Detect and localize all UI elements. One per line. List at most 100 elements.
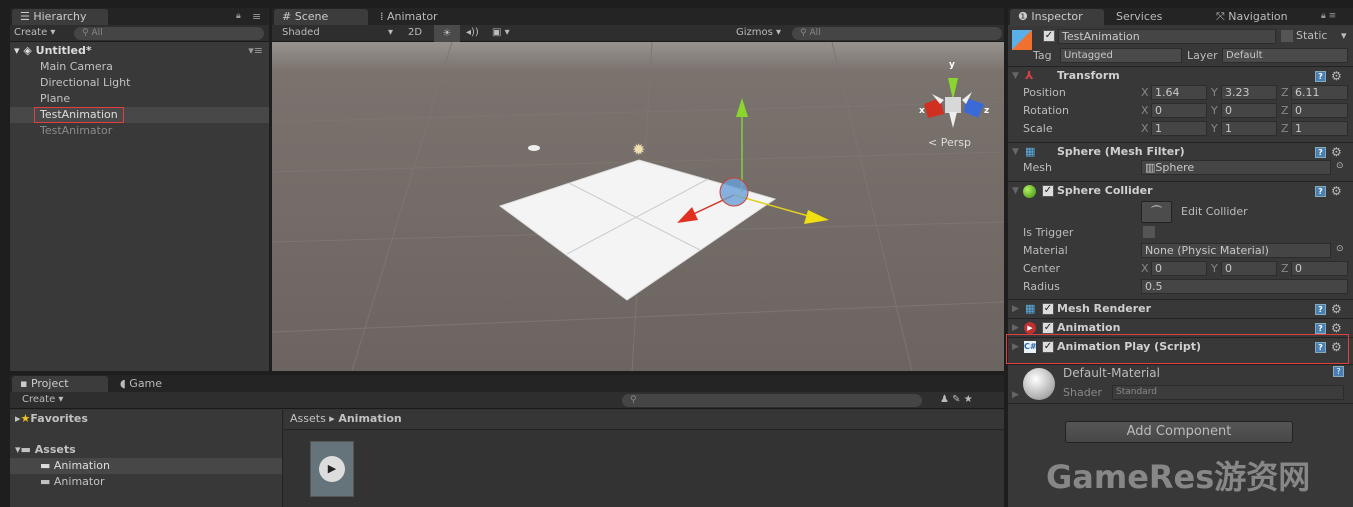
gizmos-dropdown[interactable]: Gizmos ▾: [736, 27, 781, 38]
lighting-toggle[interactable]: ☀: [434, 25, 460, 42]
tab-navigation[interactable]: ⤧ Navigation: [1208, 9, 1318, 26]
hierarchy-item[interactable]: Directional Light: [10, 75, 269, 91]
create-button[interactable]: Create ▾: [22, 394, 63, 405]
enabled-checkbox[interactable]: ✓: [1042, 303, 1054, 315]
position-z-field[interactable]: 6.11: [1291, 85, 1348, 100]
add-component-button[interactable]: Add Component: [1065, 421, 1293, 443]
tab-game[interactable]: ◖ Game: [112, 376, 192, 393]
lock-icon[interactable]: 🔒︎: [236, 11, 241, 21]
folder-icon: ▪: [20, 377, 31, 390]
mesh-filter-header[interactable]: ▼ ▦ Sphere (Mesh Filter)? ⚙: [1008, 142, 1353, 160]
position-x-field[interactable]: 1.64: [1151, 85, 1207, 100]
is-trigger-checkbox[interactable]: [1143, 226, 1155, 238]
projection-toggle[interactable]: < Persp: [928, 136, 971, 149]
rotation-x-field[interactable]: 0: [1151, 103, 1207, 118]
object-picker-icon[interactable]: ⊙: [1336, 244, 1344, 254]
animation-icon: ▶: [1024, 322, 1036, 334]
shading-label: Shaded: [282, 27, 320, 38]
inspector-panel: ❶ Inspector Services ⤧ Navigation 🔒︎ ≡ ✓…: [1006, 8, 1353, 507]
scale-z-field[interactable]: 1: [1291, 121, 1348, 136]
tab-services[interactable]: Services: [1106, 9, 1206, 26]
hierarchy-item[interactable]: Main Camera: [10, 59, 269, 75]
gear-icon[interactable]: ⚙: [1331, 67, 1342, 85]
filter-type-icon[interactable]: ♟ ✎ ★: [940, 394, 973, 405]
menu-icon[interactable]: ≡: [252, 10, 261, 23]
folder-item[interactable]: ▬ Animator: [10, 474, 282, 490]
enabled-checkbox[interactable]: ✓: [1042, 322, 1054, 334]
hierarchy-item[interactable]: TestAnimator: [10, 123, 269, 139]
assets-item[interactable]: ▾▬ Assets: [10, 442, 282, 458]
help-icon[interactable]: ?: [1333, 366, 1344, 377]
tab-animator[interactable]: ⁞ Animator: [372, 9, 466, 26]
material-section[interactable]: ▶ Default-Material Shader Standard ?: [1008, 364, 1353, 404]
help-icon[interactable]: ?: [1315, 304, 1326, 315]
scene-search[interactable]: ⚲ All: [792, 27, 1002, 40]
lock-icon[interactable]: 🔒︎ ≡: [1321, 11, 1336, 21]
field-label: Mesh: [1023, 161, 1052, 174]
project-search[interactable]: ⚲: [622, 394, 922, 407]
tab-scene[interactable]: # Scene: [274, 9, 368, 26]
sphere-collider-header[interactable]: ▼ ✓ Sphere Collider? ⚙: [1008, 181, 1353, 199]
transform-header[interactable]: ▼ ⅄ Transform? ⚙: [1008, 66, 1353, 84]
static-dropdown[interactable]: ▾: [1341, 29, 1347, 42]
layer-dropdown[interactable]: Default: [1222, 48, 1348, 63]
tab-hierarchy[interactable]: ☰ Hierarchy: [12, 9, 108, 26]
edit-collider-button[interactable]: ⏜: [1141, 201, 1172, 223]
help-icon[interactable]: ?: [1315, 147, 1326, 158]
help-icon[interactable]: ?: [1315, 186, 1326, 197]
shading-dropdown[interactable]: Shaded ▾: [282, 27, 397, 38]
tab-label: Inspector: [1031, 10, 1083, 23]
breadcrumb-item[interactable]: Animation: [338, 412, 401, 425]
rotation-z-field[interactable]: 0: [1291, 103, 1348, 118]
scale-x-field[interactable]: 1: [1151, 121, 1207, 136]
hierarchy-search[interactable]: ⚲ All: [74, 27, 264, 40]
axis-label: Z: [1281, 262, 1289, 275]
edit-collider-icon: ⏜: [1151, 205, 1162, 218]
help-icon[interactable]: ?: [1315, 71, 1326, 82]
gizmo-z-label: z: [984, 106, 990, 116]
light-icon: ✹: [632, 140, 645, 159]
scene-viewport[interactable]: ✹ y x z < Persp: [272, 42, 1004, 371]
tab-project[interactable]: ▪ Project: [12, 376, 108, 393]
grid-icon: #: [282, 10, 295, 23]
axis-label: Z: [1281, 104, 1289, 117]
axis-label: Y: [1211, 262, 1218, 275]
effects-icon[interactable]: ▣ ▾: [492, 27, 510, 38]
hierarchy-item[interactable]: Plane: [10, 91, 269, 107]
object-picker-icon[interactable]: ⊙: [1336, 161, 1344, 171]
object-name-field[interactable]: TestAnimation: [1058, 29, 1276, 44]
mesh-field[interactable]: ▥Sphere: [1141, 160, 1331, 175]
audio-icon[interactable]: ◂)): [466, 27, 479, 38]
material-name: Default-Material: [1063, 366, 1160, 380]
help-icon[interactable]: ?: [1315, 323, 1326, 334]
animation-clip-asset[interactable]: ▶: [310, 441, 354, 497]
breadcrumb-item[interactable]: Assets: [290, 412, 326, 425]
scale-y-field[interactable]: 1: [1221, 121, 1277, 136]
folder-item[interactable]: ▬ Animation: [10, 458, 282, 474]
position-y-field[interactable]: 3.23: [1221, 85, 1277, 100]
gear-icon[interactable]: ⚙: [1331, 300, 1342, 318]
physic-material-field[interactable]: None (Physic Material): [1141, 243, 1331, 258]
axis-label: X: [1141, 122, 1149, 135]
center-x-field[interactable]: 0: [1151, 261, 1207, 276]
active-checkbox[interactable]: ✓: [1043, 30, 1055, 42]
radius-field[interactable]: 0.5: [1141, 279, 1348, 294]
center-z-field[interactable]: 0: [1291, 261, 1348, 276]
tab-inspector[interactable]: ❶ Inspector: [1010, 9, 1104, 26]
shader-dropdown[interactable]: Standard: [1112, 385, 1344, 400]
tab-label: Project: [30, 377, 69, 390]
enabled-checkbox[interactable]: ✓: [1042, 185, 1054, 197]
gear-icon[interactable]: ⚙: [1331, 182, 1342, 200]
create-button[interactable]: Create ▾: [14, 27, 55, 38]
mesh-renderer-header[interactable]: ▶ ▦ ✓ Mesh Renderer? ⚙: [1008, 299, 1353, 317]
favorites-item[interactable]: ▸★Favorites: [10, 411, 282, 427]
gear-icon[interactable]: ⚙: [1331, 143, 1342, 161]
hierarchy-item-selected[interactable]: TestAnimation: [10, 107, 269, 123]
tag-dropdown[interactable]: Untagged: [1060, 48, 1182, 63]
static-checkbox[interactable]: [1281, 30, 1293, 42]
shader-label: Shader: [1063, 386, 1102, 399]
center-y-field[interactable]: 0: [1221, 261, 1277, 276]
rotation-y-field[interactable]: 0: [1221, 103, 1277, 118]
scene-root[interactable]: ▾ ◈ Untitled* ▾≡: [10, 43, 269, 59]
2d-toggle[interactable]: 2D: [408, 27, 422, 38]
